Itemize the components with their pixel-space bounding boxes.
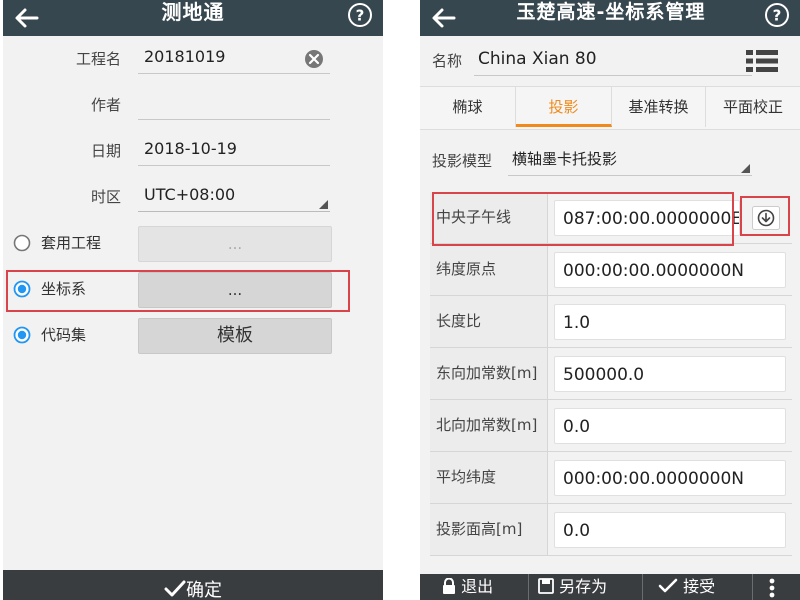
dropdown-corner-icon bbox=[319, 200, 328, 209]
svg-text:?: ? bbox=[356, 7, 365, 25]
coordinate-system-screen: 玉楚高速-坐标系管理 ? 名称 China Xian 80 椭球 投影 基准转换… bbox=[420, 0, 800, 600]
date-input[interactable]: 2018-10-19 bbox=[138, 134, 330, 166]
right-page-title: 玉楚高速-坐标系管理 bbox=[516, 1, 706, 23]
apply-project-button[interactable]: ... bbox=[138, 226, 332, 262]
timezone-label: 时区 bbox=[90, 188, 121, 206]
name-row: 名称 China Xian 80 bbox=[420, 36, 800, 84]
checkmark-icon bbox=[658, 578, 678, 593]
tab-plane-correction[interactable]: 平面校正 bbox=[706, 87, 800, 127]
param-label: 纬度原点 bbox=[430, 244, 548, 295]
project-name-input[interactable]: 20181019 bbox=[138, 42, 330, 74]
back-arrow-icon[interactable] bbox=[428, 4, 458, 32]
code-set-radio[interactable] bbox=[13, 326, 31, 344]
project-name-row: 工程名 20181019 bbox=[3, 36, 383, 82]
tab-datum-transform[interactable]: 基准转换 bbox=[612, 87, 706, 127]
timezone-value: UTC+08:00 bbox=[144, 185, 236, 204]
tab-bar: 椭球 投影 基准转换 平面校正 bbox=[420, 86, 800, 130]
projection-model-value: 横轴墨卡托投影 bbox=[512, 150, 618, 168]
projection-model-row: 投影模型 横轴墨卡托投影 bbox=[420, 134, 800, 184]
left-bottom-bar: 确定 bbox=[3, 570, 383, 600]
date-row: 日期 2018-10-19 bbox=[3, 128, 383, 174]
help-icon[interactable]: ? bbox=[764, 2, 790, 28]
project-name-label: 工程名 bbox=[75, 50, 121, 68]
left-page-title: 测地通 bbox=[161, 0, 225, 24]
svg-text:?: ? bbox=[773, 7, 782, 25]
author-label: 作者 bbox=[90, 96, 121, 114]
exit-button[interactable]: 退出 bbox=[442, 576, 493, 600]
code-set-label: 代码集 bbox=[41, 326, 87, 344]
author-row: 作者 bbox=[3, 82, 383, 128]
clear-icon[interactable] bbox=[304, 49, 324, 69]
confirm-label: 确定 bbox=[186, 580, 222, 600]
code-set-row: 代码集 模板 bbox=[3, 312, 383, 358]
projection-model-label: 投影模型 bbox=[432, 152, 493, 170]
apply-project-radio[interactable] bbox=[13, 234, 31, 252]
false-northing-input[interactable]: 0.0 bbox=[554, 408, 786, 444]
param-row: 纬度原点 000:00:00.0000000N bbox=[430, 244, 792, 296]
bottom-divider bbox=[642, 574, 643, 600]
origin-latitude-input[interactable]: 000:00:00.0000000N bbox=[554, 252, 786, 288]
more-options-icon[interactable] bbox=[768, 576, 776, 598]
central-meridian-highlight-box bbox=[432, 192, 734, 246]
project-screen: 测地通 ? 工程名 20181019 作者 日期 2018-10-19 时区 U… bbox=[3, 0, 383, 600]
template-button[interactable]: 模板 bbox=[138, 318, 332, 354]
param-row: 东向加常数[m] 500000.0 bbox=[430, 348, 792, 400]
timezone-row: 时区 UTC+08:00 bbox=[3, 174, 383, 220]
param-row: 长度比 1.0 bbox=[430, 296, 792, 348]
name-input[interactable]: China Xian 80 bbox=[474, 44, 752, 76]
timezone-dropdown[interactable]: UTC+08:00 bbox=[138, 180, 330, 212]
help-icon[interactable]: ? bbox=[347, 2, 373, 28]
param-label: 北向加常数[m] bbox=[430, 400, 548, 451]
param-row: 北向加常数[m] 0.0 bbox=[430, 400, 792, 452]
author-input[interactable] bbox=[138, 88, 330, 120]
confirm-button[interactable]: 确定 bbox=[3, 576, 383, 600]
param-row: 投影面高[m] 0.0 bbox=[430, 504, 792, 556]
apply-project-label: 套用工程 bbox=[41, 234, 102, 252]
false-easting-input[interactable]: 500000.0 bbox=[554, 356, 786, 392]
projection-height-input[interactable]: 0.0 bbox=[554, 512, 786, 548]
save-icon bbox=[538, 578, 554, 594]
checkmark-icon bbox=[164, 580, 186, 597]
accept-label: 接受 bbox=[683, 577, 716, 596]
average-latitude-input[interactable]: 000:00:00.0000000N bbox=[554, 460, 786, 496]
dropdown-corner-icon bbox=[741, 164, 750, 173]
exit-label: 退出 bbox=[461, 577, 494, 596]
tab-projection[interactable]: 投影 bbox=[516, 87, 612, 127]
param-label: 投影面高[m] bbox=[430, 504, 548, 555]
download-highlight-box bbox=[740, 196, 790, 236]
projection-model-dropdown[interactable]: 横轴墨卡托投影 bbox=[508, 144, 752, 176]
coord-system-highlight-box bbox=[6, 270, 350, 312]
save-as-label: 另存为 bbox=[559, 577, 608, 596]
right-title-bar: 玉楚高速-坐标系管理 ? bbox=[420, 0, 800, 36]
save-as-button[interactable]: 另存为 bbox=[538, 576, 607, 600]
param-row: 平均纬度 000:00:00.0000000N bbox=[430, 452, 792, 504]
date-label: 日期 bbox=[90, 142, 121, 160]
accept-button[interactable]: 接受 bbox=[658, 576, 715, 600]
apply-project-row: 套用工程 ... bbox=[3, 220, 383, 266]
param-label: 平均纬度 bbox=[430, 452, 548, 503]
back-arrow-icon[interactable] bbox=[11, 4, 41, 32]
param-label: 东向加常数[m] bbox=[430, 348, 548, 399]
name-label: 名称 bbox=[432, 52, 463, 70]
param-label: 长度比 bbox=[430, 296, 548, 347]
bottom-divider bbox=[528, 574, 529, 600]
left-title-bar: 测地通 ? bbox=[3, 0, 383, 36]
list-menu-icon[interactable] bbox=[746, 50, 778, 72]
right-bottom-bar: 退出 另存为 接受 bbox=[420, 574, 800, 600]
tab-ellipsoid[interactable]: 椭球 bbox=[420, 87, 516, 127]
projection-params-table: 中央子午线 087:00:00.0000000E 纬度原点 000:00:00.… bbox=[430, 192, 792, 556]
lock-icon bbox=[443, 577, 455, 594]
scale-factor-input[interactable]: 1.0 bbox=[554, 304, 786, 340]
bottom-divider bbox=[752, 574, 753, 600]
